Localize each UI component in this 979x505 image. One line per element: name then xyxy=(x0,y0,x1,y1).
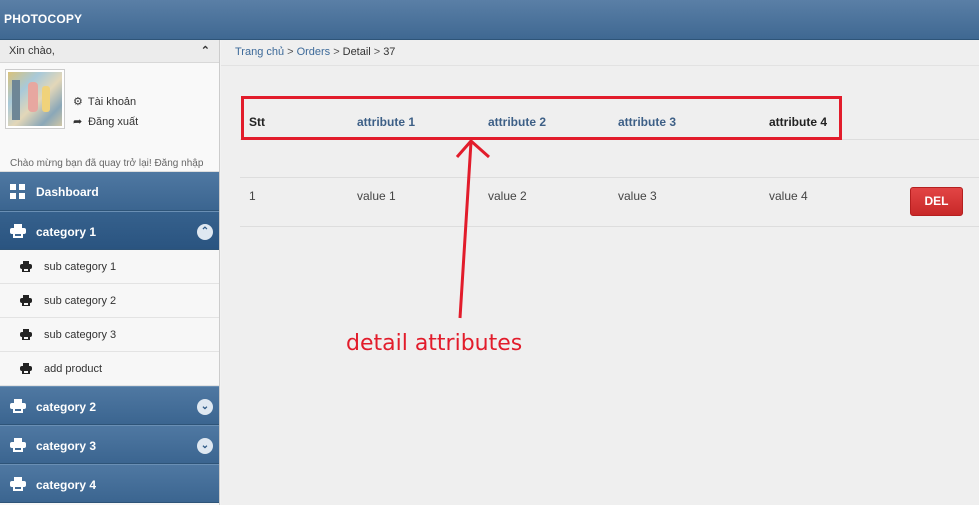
sidebar-item-label: category 1 xyxy=(36,225,97,239)
breadcrumb-orders[interactable]: Orders xyxy=(297,46,331,58)
sidebar-item-label: Dashboard xyxy=(36,185,99,199)
avatar xyxy=(5,69,65,129)
sidebar-item-dashboard[interactable]: Dashboard xyxy=(0,172,219,211)
printer-icon xyxy=(20,295,32,306)
sidebar-item-category-1[interactable]: category 1 ⌃ xyxy=(0,211,219,250)
sidebar-subitem[interactable]: sub category 1 xyxy=(0,250,219,284)
cell-value: value 1 xyxy=(357,189,396,203)
printer-icon xyxy=(20,261,32,272)
printer-icon xyxy=(20,329,32,340)
sidebar-item-category-4[interactable]: category 4 xyxy=(0,464,219,503)
account-link[interactable]: ⚙ Tài khoản xyxy=(73,95,136,108)
printer-icon xyxy=(10,438,26,452)
printer-icon xyxy=(10,224,26,238)
sidebar-item-label: category 4 xyxy=(36,478,97,492)
sidebar-subitem[interactable]: add product xyxy=(0,352,219,386)
breadcrumb-detail: Detail xyxy=(342,46,371,58)
sidebar-subitem-label: sub category 1 xyxy=(44,261,117,273)
breadcrumb-separator: > xyxy=(287,46,294,58)
chevron-down-icon[interactable]: ⌄ xyxy=(197,399,213,415)
cell-stt: 1 xyxy=(249,189,256,203)
chevron-up-icon[interactable]: ⌃ xyxy=(201,44,210,57)
printer-icon xyxy=(10,399,26,413)
breadcrumb-separator: > xyxy=(373,46,381,58)
user-panel: ⚙ Tài khoản ➦ Đăng xuất Chào mừng bạn đã… xyxy=(0,63,219,184)
printer-icon xyxy=(20,363,32,374)
table-row: 1 value 1 value 2 value 3 value 4 DEL xyxy=(240,177,979,227)
user-panel-header[interactable]: Xin chào, ⌃ xyxy=(0,40,219,63)
logout-link-label: Đăng xuất xyxy=(88,116,139,128)
breadcrumb-separator: > xyxy=(333,46,340,58)
app-title[interactable]: PHOTOCOPY xyxy=(4,12,82,26)
top-bar: PHOTOCOPY xyxy=(0,0,979,40)
sidebar-item-label: category 2 xyxy=(36,400,97,414)
sidebar-subitem[interactable]: sub category 2 xyxy=(0,284,219,318)
sidebar-subitem-label: add product xyxy=(44,363,103,375)
sidebar-item-category-2[interactable]: category 2 ⌄ xyxy=(0,386,219,425)
cell-value: value 3 xyxy=(618,189,657,203)
delete-button[interactable]: DEL xyxy=(910,187,963,216)
breadcrumb: Trang chủ > Orders > Detail >37 xyxy=(235,46,395,58)
divider xyxy=(221,65,979,66)
share-arrow-icon: ➦ xyxy=(73,116,83,128)
sidebar-subitem[interactable]: sub category 3 xyxy=(0,318,219,352)
gear-icon: ⚙ xyxy=(73,96,83,108)
breadcrumb-home[interactable]: Trang chủ xyxy=(235,46,284,58)
cell-value: value 2 xyxy=(488,189,527,203)
breadcrumb-id: 37 xyxy=(383,46,396,58)
annotation-label: detail attributes xyxy=(346,331,523,356)
cell-value: value 4 xyxy=(769,189,808,203)
chevron-down-icon[interactable]: ⌄ xyxy=(197,438,213,454)
sidebar-subitem-label: sub category 2 xyxy=(44,295,117,307)
chevron-up-icon[interactable]: ⌃ xyxy=(197,224,213,240)
greeting-text: Xin chào, xyxy=(9,45,55,57)
sidebar-item-category-3[interactable]: category 3 ⌄ xyxy=(0,425,219,464)
account-link-label: Tài khoản xyxy=(87,96,137,108)
logout-link[interactable]: ➦ Đăng xuất xyxy=(73,115,138,128)
sidebar-subitem-label: sub category 3 xyxy=(44,329,117,341)
annotation-highlight-box xyxy=(241,96,842,140)
printer-icon xyxy=(10,477,26,491)
sidebar: Xin chào, ⌃ ⚙ Tài khoản ➦ Đăng xuất Chào… xyxy=(0,40,220,505)
sidebar-item-label: category 3 xyxy=(36,439,97,453)
dashboard-icon xyxy=(10,184,25,199)
